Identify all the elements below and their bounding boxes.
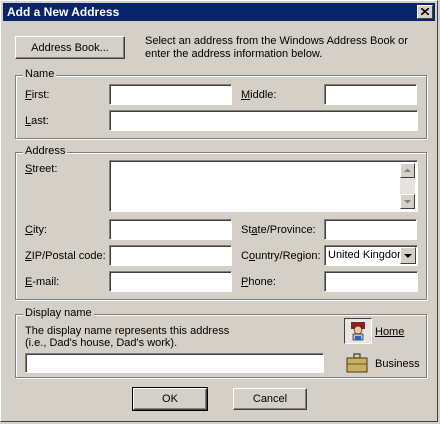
display-desc-line2: (i.e., Dad's house, Dad's work).: [25, 337, 178, 349]
state-input[interactable]: [324, 219, 417, 240]
first-label-rest: irst:: [31, 89, 50, 101]
display-name-input[interactable]: [25, 353, 324, 373]
close-icon: [421, 8, 429, 15]
city-label: City:: [25, 224, 48, 236]
address-book-button[interactable]: Address Book...: [15, 36, 125, 59]
email-label: E-mail:: [25, 276, 60, 288]
middle-name-input[interactable]: [324, 84, 417, 105]
city-input[interactable]: [109, 219, 232, 240]
arrow-down-icon: [404, 200, 411, 204]
cancel-button[interactable]: Cancel: [233, 388, 307, 410]
close-button[interactable]: [417, 5, 433, 19]
phone-label: Phone:: [241, 276, 276, 288]
add-address-dialog: Add a New Address Address Book... Select…: [0, 0, 438, 422]
window-title: Add a New Address: [7, 5, 120, 19]
home-label-text: Home: [375, 326, 405, 338]
country-dropdown-button[interactable]: [400, 247, 416, 264]
arrow-up-icon: [404, 168, 411, 172]
ok-button[interactable]: OK: [132, 387, 208, 411]
address-group-legend: Address: [23, 145, 68, 157]
chevron-down-icon: [404, 254, 412, 258]
display-name-legend: Display name: [23, 307, 94, 319]
title-bar[interactable]: Add a New Address: [3, 3, 435, 21]
zip-label: ZIP/Postal code:: [25, 250, 106, 262]
last-label: Last:: [25, 115, 49, 127]
name-group-legend: Name: [23, 68, 57, 80]
instructions-text: Select an address from the Windows Addre…: [145, 35, 408, 60]
middle-label: Middle:: [241, 89, 277, 101]
first-label: First:: [25, 89, 50, 101]
email-input[interactable]: [109, 271, 232, 292]
home-option[interactable]: [344, 318, 372, 344]
display-desc-line1: The display name represents this address: [25, 325, 230, 337]
home-label[interactable]: Home: [375, 326, 404, 338]
country-select-value: United Kingdom: [328, 249, 407, 261]
zip-input[interactable]: [109, 245, 232, 266]
last-name-input[interactable]: [109, 110, 418, 131]
home-icon: [351, 322, 365, 341]
scroll-up-button[interactable]: [400, 163, 415, 178]
scroll-down-button[interactable]: [400, 194, 415, 209]
street-textarea[interactable]: [109, 160, 418, 212]
street-label: Street:: [25, 163, 58, 175]
country-label: Country/Region:: [241, 250, 321, 262]
country-select[interactable]: United Kingdom: [324, 245, 418, 266]
business-option[interactable]: [344, 351, 372, 377]
business-label[interactable]: Business: [375, 358, 420, 370]
street-scrollbar[interactable]: [400, 163, 415, 209]
state-label: State/Province:: [241, 224, 316, 236]
phone-input[interactable]: [324, 271, 418, 292]
first-name-input[interactable]: [109, 84, 232, 105]
briefcase-icon: [346, 353, 368, 373]
